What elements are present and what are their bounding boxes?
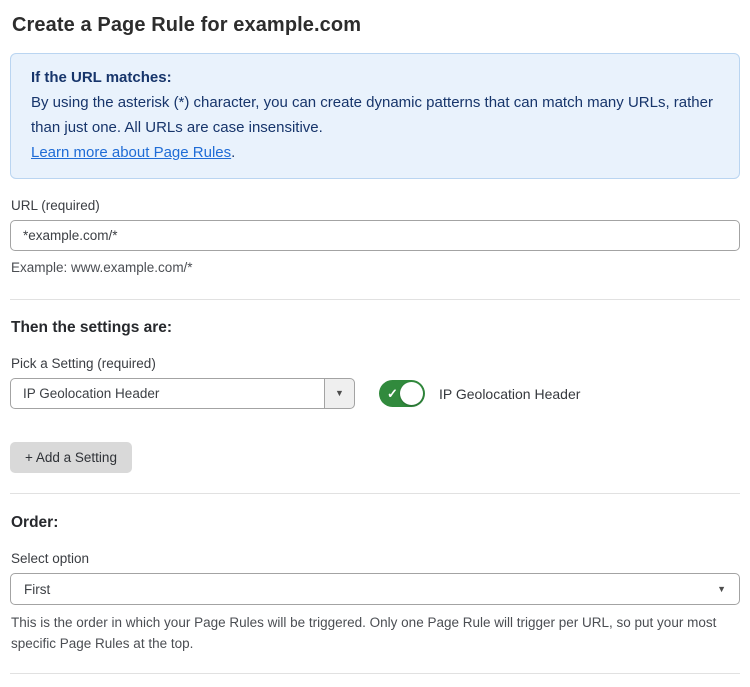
url-input[interactable] <box>10 220 740 251</box>
chevron-down-icon: ▼ <box>335 389 344 398</box>
url-example-helper: Example: www.example.com/* <box>11 257 740 278</box>
url-match-info-box: If the URL matches: By using the asteris… <box>10 53 740 179</box>
url-field-group: URL (required) Example: www.example.com/… <box>10 198 740 278</box>
info-box-body: By using the asterisk (*) character, you… <box>31 90 719 140</box>
toggle-label: IP Geolocation Header <box>439 386 580 402</box>
order-section-heading: Order: <box>11 514 740 532</box>
section-divider <box>10 493 740 494</box>
chevron-down-icon: ▼ <box>717 585 726 594</box>
learn-more-page-rules-link[interactable]: Learn more about Page Rules <box>31 144 231 161</box>
create-page-rule-form: Create a Page Rule for example.com If th… <box>0 0 750 687</box>
settings-section-heading: Then the settings are: <box>11 319 740 337</box>
url-label: URL (required) <box>11 198 740 213</box>
info-box-heading: If the URL matches: <box>31 65 719 90</box>
setting-row: IP Geolocation Header ▼ ✓ IP Geolocation… <box>10 378 740 409</box>
setting-select-value: IP Geolocation Header <box>10 378 324 409</box>
order-select-value: First <box>24 582 50 597</box>
add-setting-button[interactable]: + Add a Setting <box>10 442 132 473</box>
section-divider <box>10 299 740 300</box>
check-icon: ✓ <box>387 386 398 402</box>
info-box-link-line: Learn more about Page Rules. <box>31 140 719 165</box>
setting-select-arrow-button[interactable]: ▼ <box>324 378 355 409</box>
footer-divider <box>10 673 740 674</box>
link-period: . <box>231 144 235 161</box>
select-option-label: Select option <box>11 551 740 566</box>
pick-setting-label: Pick a Setting (required) <box>11 356 740 371</box>
ip-geolocation-toggle[interactable]: ✓ <box>379 380 425 407</box>
setting-select[interactable]: IP Geolocation Header ▼ <box>10 378 355 409</box>
page-title: Create a Page Rule for example.com <box>12 14 740 37</box>
order-helper-text: This is the order in which your Page Rul… <box>11 612 731 654</box>
toggle-knob <box>400 382 423 405</box>
order-select[interactable]: First ▼ <box>10 573 740 605</box>
